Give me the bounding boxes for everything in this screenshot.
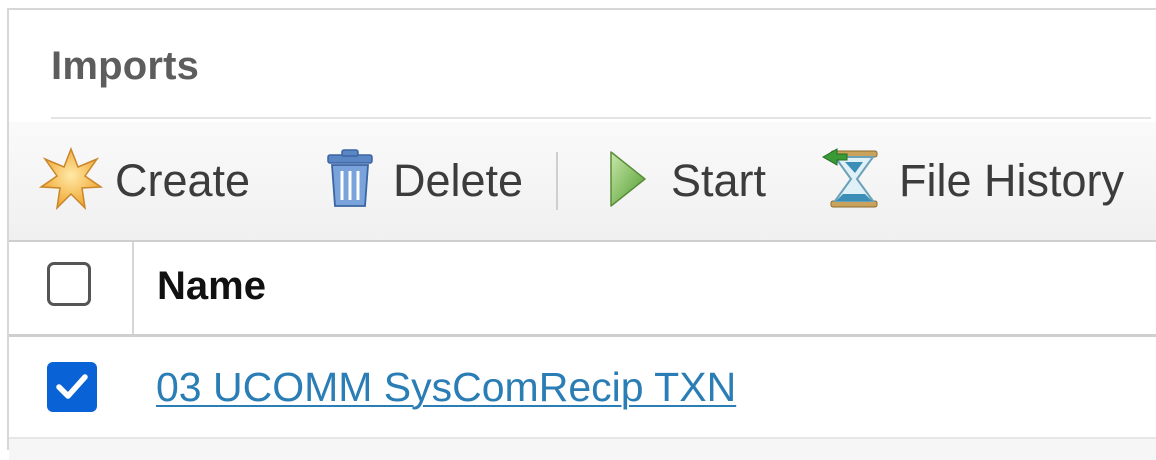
grid-header: Name (9, 242, 1156, 337)
file-history-label: File History (899, 155, 1125, 206)
select-all-checkbox[interactable] (47, 262, 91, 306)
delete-label: Delete (393, 155, 524, 206)
column-header-name[interactable]: Name (157, 264, 266, 309)
import-name-link[interactable]: 03 UCOMM SysComRecip TXN (156, 364, 736, 411)
create-button[interactable]: Create (38, 122, 251, 240)
table-row[interactable]: 03 UCOMM SysComRecip TXN (9, 337, 1156, 439)
hourglass-icon (821, 147, 887, 216)
toolbar-separator (556, 152, 558, 210)
toolbar: Create Delete Start File History (9, 122, 1156, 242)
delete-button[interactable]: Delete (325, 122, 523, 240)
play-icon (605, 148, 649, 215)
start-label: Start (671, 155, 767, 206)
column-divider[interactable] (132, 242, 134, 334)
title-divider (51, 117, 1151, 119)
row-checkbox[interactable] (47, 362, 97, 412)
checkmark-icon (56, 374, 88, 399)
panel-title: Imports (51, 44, 200, 88)
imports-panel: Imports Create Delete Start File History… (7, 8, 1156, 460)
star-icon (38, 146, 104, 216)
create-label: Create (115, 155, 251, 206)
trash-icon (325, 148, 375, 214)
start-button[interactable]: Start (605, 122, 766, 240)
file-history-button[interactable]: File History (821, 122, 1124, 240)
